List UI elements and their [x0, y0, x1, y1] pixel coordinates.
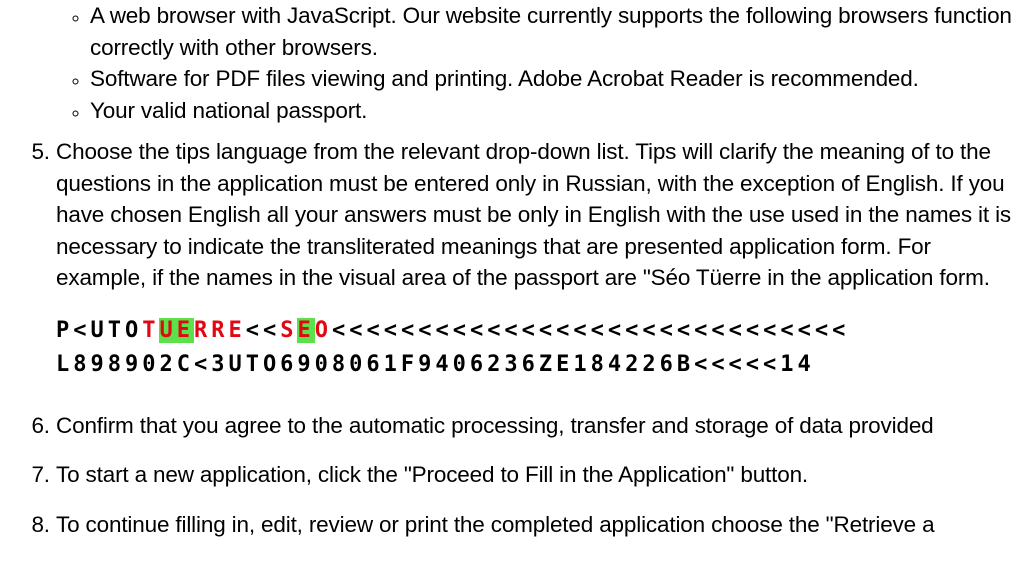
body-text: Software for PDF files viewing and print… [90, 66, 919, 91]
body-text: To continue filling in, edit, review or … [56, 512, 934, 537]
mrz-highlight: UE [159, 318, 194, 343]
list-item: A web browser with JavaScript. Our websi… [90, 0, 1024, 63]
mrz-line-1: P<UTOTUERRE<<SEO<<<<<<<<<<<<<<<<<<<<<<<<… [56, 318, 849, 343]
mrz-block: P<UTOTUERRE<<SEO<<<<<<<<<<<<<<<<<<<<<<<<… [56, 314, 1024, 382]
numbered-list: A web browser with JavaScript. Our websi… [0, 0, 1024, 540]
list-item: Software for PDF files viewing and print… [90, 63, 1024, 95]
body-text: A web browser with JavaScript. Our websi… [90, 3, 1012, 60]
instructions-page: A web browser with JavaScript. Our websi… [0, 0, 1024, 576]
list-item: To start a new application, click the "P… [56, 459, 1024, 491]
body-text: Your valid national passport. [90, 98, 367, 123]
mrz-text: S [280, 318, 297, 343]
body-text: Choose the tips language from the releva… [56, 139, 1011, 290]
list-item: Choose the tips language from the releva… [56, 136, 1024, 382]
mrz-text: << [246, 318, 281, 343]
body-text: To start a new application, click the "P… [56, 462, 808, 487]
body-text: Confirm that you agree to the automatic … [56, 413, 934, 438]
mrz-text: P<UTO [56, 318, 142, 343]
mrz-text: O [315, 318, 332, 343]
mrz-text: <<<<<<<<<<<<<<<<<<<<<<<<<<<<<< [332, 318, 849, 343]
mrz-line-2: L898902C<3UTO6908061F9406236ZE184226B<<<… [56, 352, 815, 377]
list-item: Your valid national passport. [90, 95, 1024, 127]
list-item: A web browser with JavaScript. Our websi… [56, 0, 1024, 126]
sub-bullet-list: A web browser with JavaScript. Our websi… [56, 0, 1024, 126]
mrz-text: T [142, 318, 159, 343]
mrz-text: RRE [194, 318, 246, 343]
mrz-highlight: E [297, 318, 314, 343]
list-item: To continue filling in, edit, review or … [56, 509, 1024, 541]
list-item: Confirm that you agree to the automatic … [56, 410, 1024, 442]
mrz-red: TUERRE [142, 318, 246, 343]
mrz-red: SEO [280, 318, 332, 343]
